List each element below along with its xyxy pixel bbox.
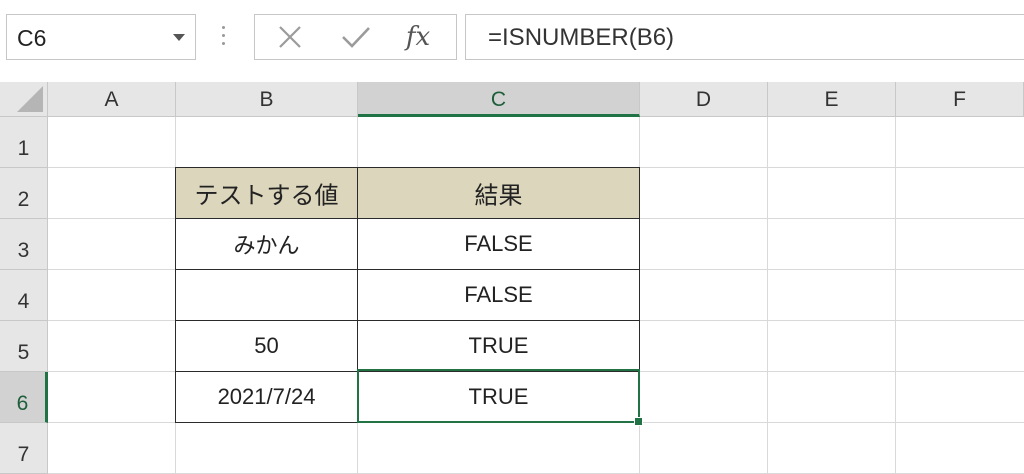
formula-input[interactable]: =ISNUMBER(B6) [465,14,1024,60]
cell-b3[interactable]: みかん [175,218,358,270]
row-header-5[interactable]: 5 [0,321,48,372]
row-header-3[interactable]: 3 [0,219,48,270]
select-all-button[interactable] [0,82,48,117]
row-header-6[interactable]: 6 [0,372,48,423]
column-header-e[interactable]: E [768,82,896,117]
chevron-down-icon[interactable] [173,34,185,41]
cancel-button[interactable] [267,15,313,59]
column-header-c[interactable]: C [358,82,640,117]
select-all-icon [17,86,43,112]
formula-text[interactable]: =ISNUMBER(B6) [488,24,674,52]
checkmark-icon [342,27,370,48]
gridline [767,117,768,474]
column-header-a[interactable]: A [48,82,176,117]
cell-b2[interactable]: テストする値 [175,167,358,219]
fill-handle[interactable] [634,417,643,426]
row-header-4[interactable]: 4 [0,270,48,321]
gridline [895,117,896,474]
insert-function-button[interactable]: fx [395,15,441,59]
close-icon [279,26,301,48]
name-box[interactable]: C6 [6,14,196,60]
cell-c4[interactable]: FALSE [357,269,640,321]
column-header-f[interactable]: F [896,82,1024,117]
column-header-b[interactable]: B [176,82,358,117]
column-header-d[interactable]: D [640,82,768,117]
row-header-7[interactable]: 7 [0,423,48,474]
cell-c2[interactable]: 結果 [357,167,640,219]
more-options-icon[interactable] [222,26,226,46]
name-box-value[interactable]: C6 [17,25,46,52]
cell-b6[interactable]: 2021/7/24 [175,371,358,423]
cell-c5[interactable]: TRUE [357,320,640,372]
cell-b5[interactable]: 50 [175,320,358,372]
row-header-2[interactable]: 2 [0,168,48,219]
enter-button[interactable] [333,15,379,59]
cell-c3[interactable]: FALSE [357,218,640,270]
formula-buttons: fx [254,14,457,60]
cell-b4[interactable] [175,269,358,321]
row-header-1[interactable]: 1 [0,117,48,168]
active-cell-border [357,369,643,426]
formula-bar: C6 fx =ISNUMBER(B6) [0,0,1024,83]
